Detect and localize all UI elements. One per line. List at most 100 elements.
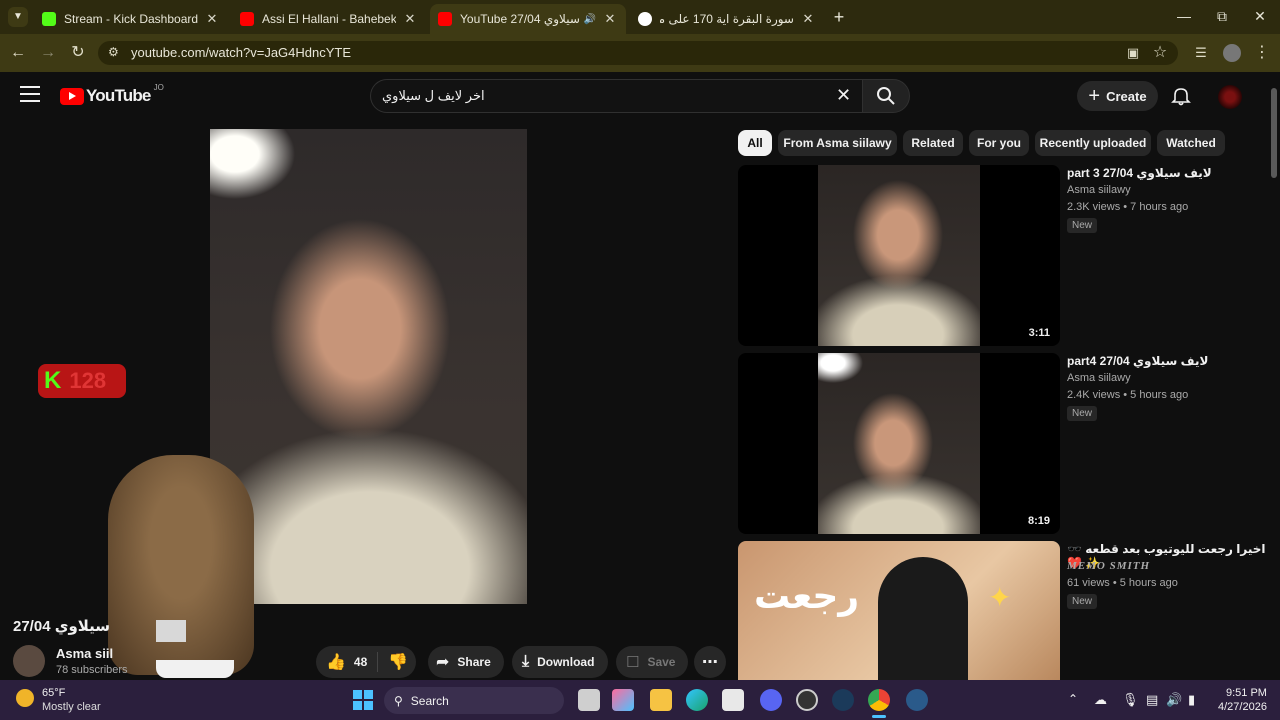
speaker-icon[interactable]: 🔊 <box>584 14 596 25</box>
file-explorer-icon[interactable] <box>650 689 672 711</box>
like-button[interactable]: 👍 48 <box>316 652 378 672</box>
related-title[interactable]: part4 27/04 لايف سيلاوي <box>1067 354 1267 368</box>
clear-search-icon[interactable]: ✕ <box>836 85 851 106</box>
more-actions-button[interactable]: ⋯ <box>694 646 726 678</box>
chip-for-you[interactable]: For you <box>969 130 1029 156</box>
scrollbar-thumb[interactable] <box>1271 88 1277 178</box>
weather-moon-icon[interactable] <box>16 689 34 707</box>
kick-logo-icon: K <box>44 367 62 394</box>
hamburger-menu-icon[interactable] <box>20 86 40 102</box>
network-icon[interactable]: ▤ <box>1146 692 1158 708</box>
close-tab-icon[interactable]: ✕ <box>800 11 816 27</box>
url-text[interactable]: youtube.com/watch?v=JaG4HdncYTE <box>131 45 351 60</box>
back-icon[interactable]: ← <box>6 41 30 65</box>
battery-icon[interactable]: ▮ <box>1188 692 1195 708</box>
share-button[interactable]: ➦ Share <box>428 646 504 678</box>
kick-favicon-icon <box>42 12 56 26</box>
tab-title: Assi El Hallani - Bahebek We Bg <box>262 12 396 26</box>
discord-icon[interactable] <box>760 689 782 711</box>
onedrive-icon[interactable]: ☁ <box>1094 692 1107 708</box>
thumbnail-arabic-text: رجعت <box>754 575 860 616</box>
potato-overlay-image <box>108 455 254 675</box>
taskbar-search-box[interactable]: ⚲ Search <box>384 687 564 714</box>
video-duration: 3:11 <box>1024 326 1054 340</box>
profile-avatar[interactable] <box>1223 44 1241 62</box>
browser-tab-assi[interactable]: Assi El Hallani - Bahebek We Bg ✕ <box>232 4 426 34</box>
search-button[interactable] <box>862 79 910 113</box>
save-button[interactable]: ☐ Save <box>616 646 688 678</box>
clock-date[interactable]: 4/27/2026 <box>1218 701 1267 713</box>
chip-all[interactable]: All <box>738 130 772 156</box>
video-player[interactable] <box>210 129 527 604</box>
chip-recently-uploaded[interactable]: Recently uploaded <box>1035 130 1151 156</box>
related-meta: 2.3K views • 7 hours ago <box>1067 201 1189 213</box>
reload-icon[interactable]: ↻ <box>66 41 90 65</box>
tab-title: سورة البقرة اية 170 على من ترك <box>660 12 794 26</box>
kick-viewer-count: 128 <box>69 368 107 393</box>
taskbar-search-label: Search <box>410 693 449 708</box>
steam-alt-icon[interactable] <box>906 689 928 711</box>
chip-from-channel[interactable]: From Asma siilawy <box>778 130 897 156</box>
related-channel[interactable]: MEMO SMITH <box>1067 560 1150 572</box>
task-view-icon[interactable] <box>578 689 600 711</box>
maximize-button[interactable]: ⧉ <box>1202 0 1242 34</box>
google-favicon-icon <box>638 12 652 26</box>
volume-icon[interactable]: 🔊 <box>1166 692 1182 708</box>
bookmark-star-icon[interactable]: ☆ <box>1148 41 1172 65</box>
related-channel[interactable]: Asma siilawy <box>1067 372 1131 384</box>
close-window-button[interactable]: ✕ <box>1240 0 1280 34</box>
close-tab-icon[interactable]: ✕ <box>402 11 418 27</box>
obs-icon[interactable] <box>796 689 818 711</box>
like-count: 48 <box>353 655 368 669</box>
page-scrollbar[interactable] <box>1268 72 1280 680</box>
tab-search-button[interactable]: ▼ <box>8 7 28 27</box>
download-label: Download <box>537 655 595 669</box>
like-dislike-group: 👍 48 👎 <box>316 646 416 678</box>
browser-menu-icon[interactable]: ⋮ <box>1250 41 1274 65</box>
edge-browser-icon[interactable] <box>686 689 708 711</box>
chrome-icon[interactable] <box>868 689 890 711</box>
account-avatar[interactable] <box>1218 85 1242 109</box>
clock-time[interactable]: 9:51 PM <box>1226 687 1267 699</box>
create-button[interactable]: + Create <box>1077 81 1158 111</box>
channel-name[interactable]: Asma siil <box>56 646 113 661</box>
install-app-icon[interactable]: ▣ <box>1121 41 1145 65</box>
browser-tab-google[interactable]: سورة البقرة اية 170 على من ترك ✕ <box>630 4 824 34</box>
microphone-icon[interactable]: 🎙 <box>1122 692 1139 708</box>
download-button[interactable]: ⤓ Download <box>512 646 608 678</box>
site-info-icon[interactable]: ⚙ <box>108 45 119 59</box>
steam-icon[interactable] <box>832 689 854 711</box>
show-hidden-icons-chevron-icon[interactable]: ⌃ <box>1068 692 1078 706</box>
related-thumbnail-1[interactable]: 3:11 <box>738 165 1060 346</box>
microsoft-store-icon[interactable] <box>722 689 744 711</box>
close-tab-icon[interactable]: ✕ <box>204 11 220 27</box>
sparkle-icon: ✦ <box>988 582 1012 613</box>
youtube-logo[interactable]: YouTube JO <box>60 83 164 106</box>
related-thumbnail-3[interactable]: رجعت ✦ <box>738 541 1060 680</box>
media-controls-icon[interactable]: ☰ <box>1189 41 1213 65</box>
search-icon <box>877 87 895 105</box>
weather-desc[interactable]: Mostly clear <box>42 701 101 713</box>
chip-related[interactable]: Related <box>903 130 963 156</box>
channel-avatar[interactable] <box>13 645 45 677</box>
youtube-favicon-icon <box>438 12 452 26</box>
windows-start-icon[interactable] <box>353 690 373 710</box>
close-tab-icon[interactable]: ✕ <box>602 11 618 27</box>
browser-tab-youtube-active[interactable]: YouTube 27/04 لايف سيلاوي 🔊 ✕ <box>430 4 626 34</box>
related-title[interactable]: part 3 27/04 لايف سيلاوي <box>1067 166 1267 180</box>
new-tab-button[interactable]: + <box>830 6 848 28</box>
dislike-button[interactable]: 👎 <box>378 652 408 672</box>
minimize-button[interactable]: — <box>1164 0 1204 34</box>
weather-temp[interactable]: 65°F <box>42 687 65 699</box>
copilot-icon[interactable] <box>612 689 634 711</box>
thumbs-down-icon: 👎 <box>388 654 408 671</box>
subscribe-button[interactable] <box>156 660 234 678</box>
related-channel[interactable]: Asma siilawy <box>1067 184 1131 196</box>
notifications-bell-icon[interactable] <box>1171 86 1191 106</box>
forward-icon[interactable]: → <box>36 41 60 65</box>
search-query[interactable]: اخر لايف ل سيلاوي <box>382 88 485 104</box>
browser-tab-kick[interactable]: Stream - Kick Dashboard ✕ <box>34 4 228 34</box>
chip-watched[interactable]: Watched <box>1157 130 1225 156</box>
subscriber-count: 78 subscribers <box>56 664 128 676</box>
related-thumbnail-2[interactable]: 8:19 <box>738 353 1060 534</box>
